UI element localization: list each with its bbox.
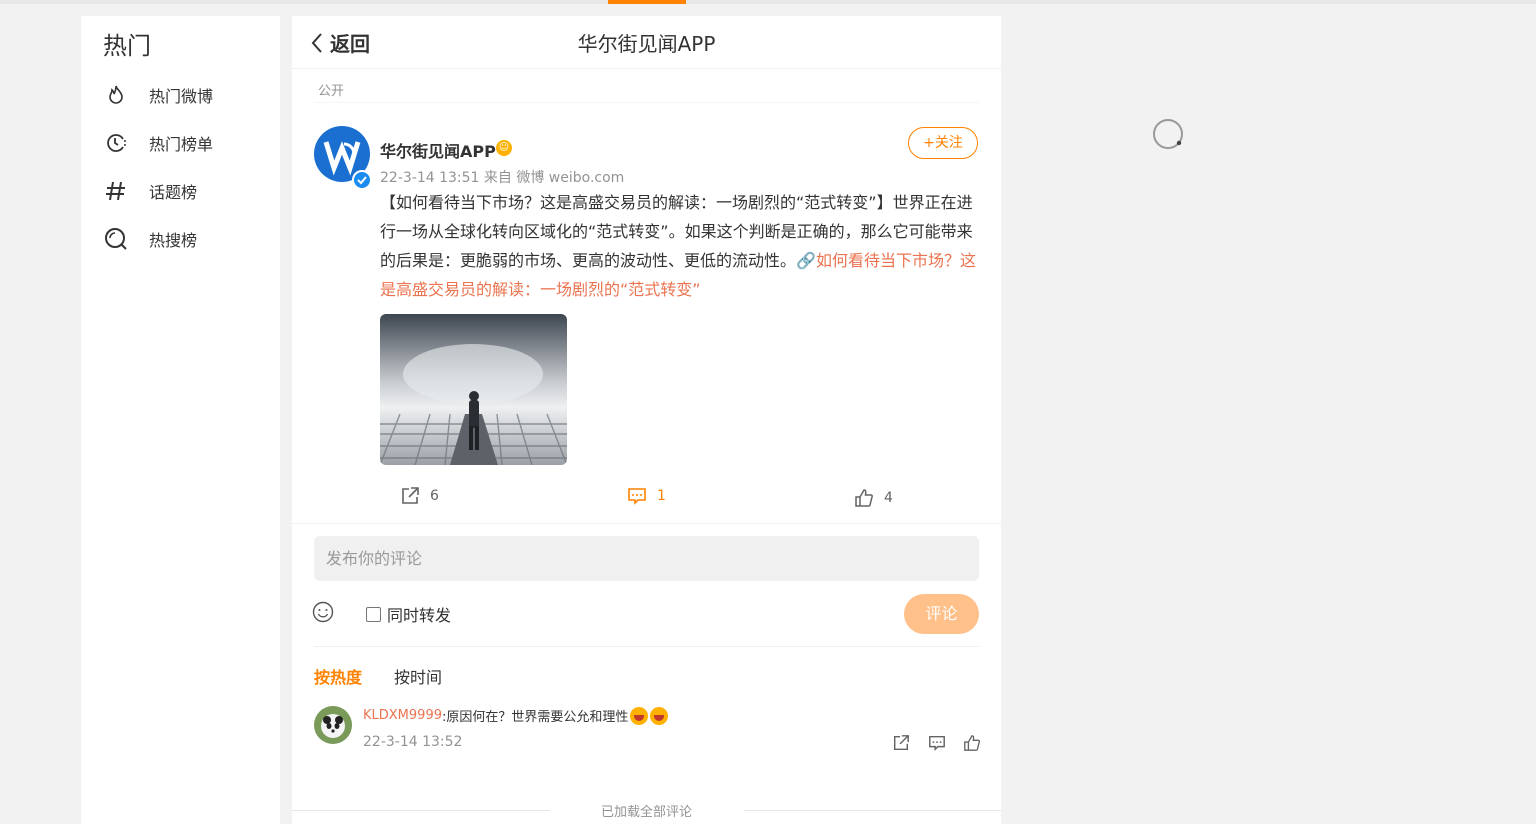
comment-count: 1 — [657, 488, 666, 504]
thumbs-up-icon — [855, 489, 873, 507]
sidebar-item-label: 热搜榜 — [149, 231, 198, 250]
author-name[interactable]: 华尔街见闻APP — [380, 138, 496, 162]
commenter-avatar[interactable] — [314, 706, 352, 744]
laughing-emoji-icon — [650, 706, 669, 725]
share-icon — [893, 735, 909, 751]
share-icon — [402, 487, 419, 504]
sidebar-title: 热门 — [103, 32, 151, 60]
search-ring-icon — [103, 226, 129, 252]
comment-line: KLDXM9999 :原因何在？世界需要公允和理性 — [363, 706, 669, 725]
sidebar-item-hot-search[interactable]: 热搜榜 — [103, 224, 197, 254]
repost-count: 6 — [430, 488, 439, 504]
loading-spinner-icon — [1152, 118, 1183, 149]
repost-checkbox-label: 同时转发 — [387, 606, 452, 625]
laughing-emoji-icon — [630, 706, 649, 725]
vip-badge-icon: ☺ — [496, 140, 512, 156]
comment-icon — [929, 735, 945, 752]
thumbs-up-icon — [964, 735, 981, 751]
like-button[interactable]: 4 — [854, 488, 893, 508]
top-nav-strip — [0, 0, 1536, 4]
follow-button[interactable]: +关注 — [908, 127, 978, 159]
sort-by-time-tab[interactable]: 按时间 — [394, 664, 442, 688]
comment-repost-button[interactable] — [892, 734, 910, 756]
post-image[interactable] — [380, 314, 567, 465]
repost-checkbox[interactable]: 同时转发 — [366, 602, 451, 626]
checkbox-box[interactable] — [366, 606, 381, 622]
sidebar-item-hot-list[interactable]: 热门榜单 — [103, 128, 213, 158]
post-detail-panel: 返回 华尔街见闻APP 公开 华尔街见闻APP ☺ 22-3-14 13:51 … — [292, 16, 1001, 824]
sidebar-item-hot-weibo[interactable]: 热门微博 — [103, 80, 213, 110]
detail-header: 返回 华尔街见闻APP — [292, 16, 1001, 69]
divider — [314, 646, 979, 647]
smiley-icon — [312, 601, 334, 623]
visibility-label: 公开 — [318, 84, 345, 99]
sort-by-hot-tab[interactable]: 按热度 — [314, 664, 362, 688]
sidebar-item-label: 话题榜 — [149, 183, 198, 202]
comment-like-button[interactable] — [963, 734, 981, 756]
post-actions: 6 1 4 — [292, 486, 1001, 514]
comment-button[interactable]: 1 — [627, 486, 666, 506]
emoji-button[interactable] — [312, 601, 334, 627]
divider — [292, 523, 1001, 524]
comment-icon — [628, 488, 646, 505]
verified-badge-icon — [352, 170, 372, 190]
clock-list-icon — [103, 130, 129, 156]
commenter-name[interactable]: KLDXM9999 — [363, 708, 442, 723]
comment-text: :原因何在？世界需要公允和理性 — [441, 710, 629, 725]
comment-time: 22-3-14 13:52 — [363, 734, 463, 750]
comment-reply-button[interactable] — [928, 734, 946, 756]
hashtag-icon — [103, 178, 129, 204]
submit-comment-button[interactable]: 评论 — [904, 594, 979, 634]
sidebar-item-label: 热门微博 — [149, 87, 214, 106]
sidebar: 热门 热门微博 热门榜单 话题榜 热搜榜 — [81, 16, 280, 824]
all-comments-loaded: 已加载全部评论 — [600, 805, 692, 820]
flame-icon — [103, 82, 129, 108]
like-count: 4 — [884, 490, 893, 506]
active-tab-indicator — [608, 0, 686, 4]
sidebar-item-label: 热门榜单 — [149, 135, 214, 154]
page-title: 华尔街见闻APP — [577, 32, 716, 56]
comment-input[interactable] — [314, 536, 979, 581]
divider — [314, 102, 979, 103]
sidebar-item-topics[interactable]: 话题榜 — [103, 176, 197, 206]
post-text: 【如何看待当下市场？这是高盛交易员的解读：一场剧烈的“范式转变”】世界正在进行一… — [380, 188, 980, 304]
repost-button[interactable]: 6 — [400, 486, 439, 506]
post-meta: 22-3-14 13:51 来自 微博 weibo.com — [380, 170, 625, 186]
